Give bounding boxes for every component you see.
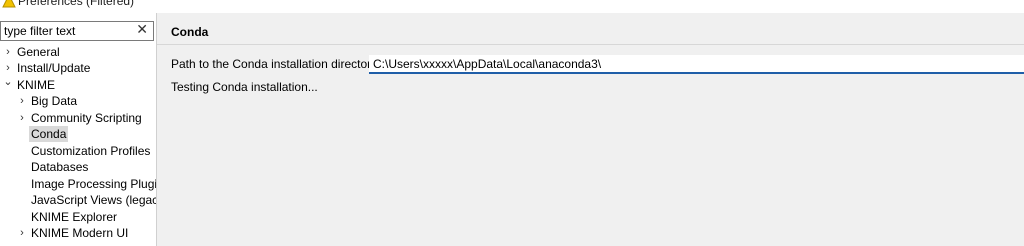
clear-filter-icon[interactable]: ✕ bbox=[136, 21, 148, 38]
expand-arrow-icon[interactable]: › bbox=[17, 110, 27, 126]
tree-item-label: Conda bbox=[29, 126, 69, 142]
window-titlebar: Preferences (Filtered) bbox=[0, 0, 1024, 13]
tree-item-label: Image Processing Plugin bbox=[31, 177, 156, 191]
tree-item-label: Customization Profiles bbox=[31, 144, 151, 158]
tree-item-label: Community Scripting bbox=[31, 111, 142, 125]
conda-path-input[interactable] bbox=[369, 55, 1024, 74]
page-title: Conda bbox=[171, 25, 209, 39]
tree-item-label: JavaScript Views (legacy) bbox=[31, 193, 156, 207]
tree-item-label: KNIME Explorer bbox=[31, 210, 118, 224]
status-text: Testing Conda installation... bbox=[171, 80, 318, 94]
page-header: Conda bbox=[157, 13, 1024, 45]
preference-page: Conda Path to the Conda installation dir… bbox=[157, 13, 1024, 246]
preferences-sidebar: ✕ › General › Install/Update ⌄ KNIME › B… bbox=[0, 13, 156, 246]
tree-item-label: General bbox=[17, 45, 60, 59]
expand-arrow-icon[interactable]: › bbox=[17, 93, 27, 109]
tree-item-label: KNIME bbox=[17, 78, 56, 92]
collapse-arrow-icon[interactable]: ⌄ bbox=[3, 74, 13, 90]
expand-arrow-icon[interactable]: › bbox=[3, 44, 13, 60]
expand-arrow-icon[interactable]: › bbox=[17, 225, 27, 241]
filter-box: ✕ bbox=[0, 21, 154, 41]
filter-input[interactable] bbox=[4, 23, 129, 39]
tree-item-label: Big Data bbox=[31, 94, 78, 108]
window-title: Preferences (Filtered) bbox=[18, 0, 135, 8]
tree-item-label: Databases bbox=[31, 160, 89, 174]
tree-item-label: KNIME Modern UI bbox=[31, 226, 129, 240]
warning-icon bbox=[2, 0, 16, 8]
conda-path-label: Path to the Conda installation directory bbox=[171, 57, 378, 71]
tree-item-label: Install/Update bbox=[17, 61, 91, 75]
